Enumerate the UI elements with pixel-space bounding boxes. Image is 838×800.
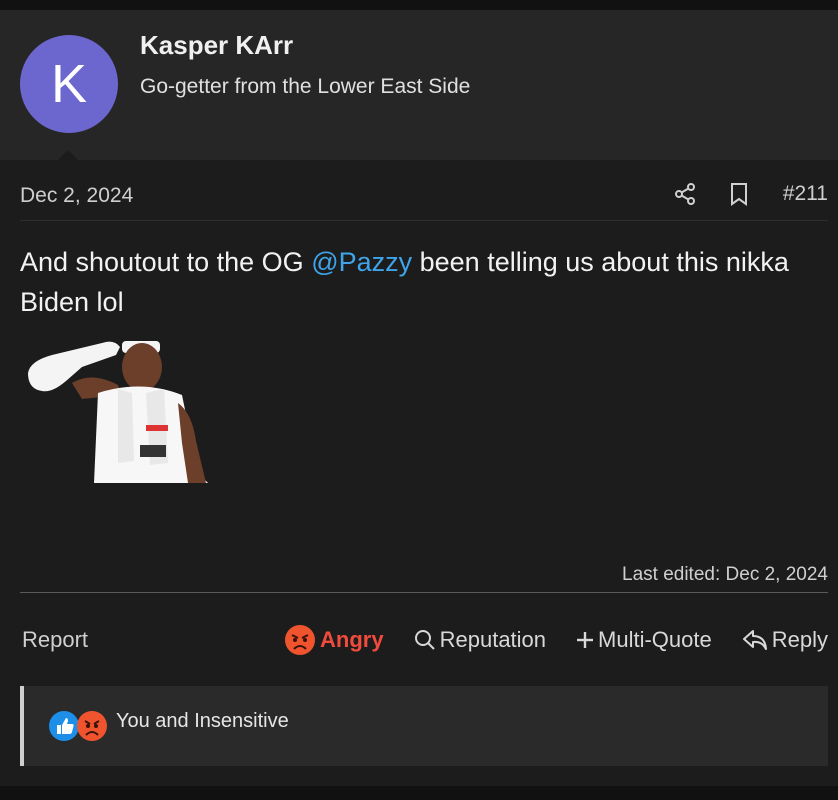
avatar[interactable]: K <box>20 35 118 133</box>
reactions-summary[interactable]: You and Insensitive <box>20 686 828 766</box>
report-link[interactable]: Report <box>22 627 88 653</box>
reply-icon <box>742 629 768 651</box>
reply-button[interactable]: Reply <box>742 627 828 653</box>
user-title: Go-getter from the Lower East Side <box>140 75 471 98</box>
angry-reaction-button[interactable]: Angry <box>284 624 384 656</box>
top-strip <box>0 0 838 10</box>
post-meta: Dec 2, 2024 #211 <box>20 172 828 221</box>
divider <box>20 592 828 593</box>
angry-face-icon <box>77 711 107 741</box>
post-body: And shoutout to the OG @Pazzy been telli… <box>20 242 820 322</box>
reaction-icons <box>49 711 107 741</box>
angry-face-icon <box>284 624 316 656</box>
post-action-bar: Report Angry Reputation Multi-Quote Repl… <box>22 620 828 660</box>
reputation-label: Reputation <box>439 627 547 652</box>
user-mention[interactable]: @Pazzy <box>311 247 412 277</box>
bookmark-icon[interactable] <box>725 180 753 208</box>
post-number[interactable]: #211 <box>783 182 828 206</box>
plus-icon <box>576 631 594 649</box>
post-text-before: And shoutout to the OG <box>20 247 312 277</box>
multi-quote-button[interactable]: Multi-Quote <box>576 627 712 653</box>
post-meta-actions: #211 <box>671 180 828 208</box>
reactions-text[interactable]: You and Insensitive <box>116 710 289 733</box>
search-icon <box>414 629 436 651</box>
reaction-label: Angry <box>320 627 384 652</box>
post-date[interactable]: Dec 2, 2024 <box>20 184 133 208</box>
reply-label: Reply <box>771 627 828 652</box>
share-icon[interactable] <box>671 180 699 208</box>
avatar-letter: K <box>50 54 88 114</box>
reputation-button[interactable]: Reputation <box>414 627 546 653</box>
username[interactable]: Kasper KArr <box>140 30 293 61</box>
saluting-player-sticker <box>28 341 208 483</box>
header-pointer <box>48 150 88 170</box>
multi-quote-label: Multi-Quote <box>598 627 712 652</box>
user-header: K Kasper KArr Go-getter from the Lower E… <box>0 10 838 170</box>
last-edited: Last edited: Dec 2, 2024 <box>622 564 828 585</box>
bottom-strip <box>0 786 838 800</box>
thumbs-up-icon <box>49 711 79 741</box>
